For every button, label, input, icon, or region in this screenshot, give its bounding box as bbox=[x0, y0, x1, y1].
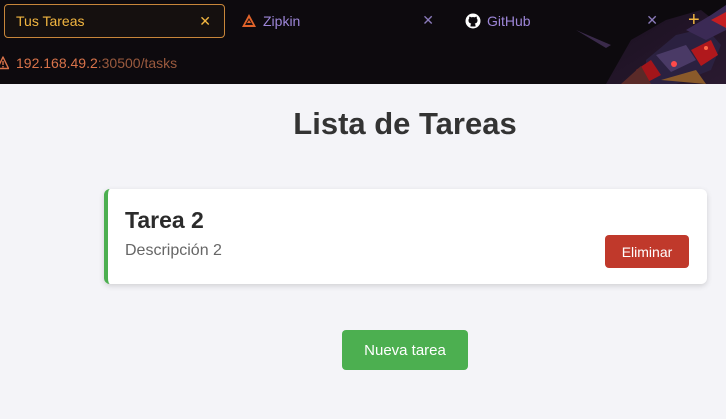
close-icon[interactable]: ✕ bbox=[199, 13, 211, 29]
tab-label: Zipkin bbox=[263, 13, 301, 29]
tab-tus-tareas[interactable]: Tus Tareas ✕ bbox=[4, 4, 225, 38]
close-icon[interactable]: ✕ bbox=[646, 12, 658, 28]
github-icon bbox=[465, 13, 481, 29]
close-icon[interactable]: ✕ bbox=[422, 12, 434, 28]
address-bar[interactable]: 192.168.49.2:30500/tasks bbox=[16, 55, 177, 71]
tab-bar: Tus Tareas ✕ Zipkin ✕ GitHub ✕ + bbox=[0, 0, 726, 42]
page-title: Lista de Tareas bbox=[293, 106, 517, 141]
url-path: :30500/tasks bbox=[97, 55, 178, 71]
task-title: Tarea 2 bbox=[125, 207, 204, 233]
tab-label: GitHub bbox=[487, 13, 531, 29]
tab-github[interactable]: GitHub ✕ bbox=[465, 4, 671, 38]
task-description: Descripción 2 bbox=[125, 242, 222, 259]
page-content: Lista de Tareas Tarea 2 Descripción 2 El… bbox=[0, 84, 726, 419]
task-card: Tarea 2 Descripción 2 Eliminar bbox=[104, 189, 707, 284]
new-tab-button[interactable]: + bbox=[688, 9, 700, 31]
url-host: 192.168.49.2 bbox=[16, 55, 98, 71]
browser-chrome: Tus Tareas ✕ Zipkin ✕ GitHub ✕ + 192.168… bbox=[0, 0, 726, 84]
zipkin-icon bbox=[242, 14, 256, 27]
tab-label: Tus Tareas bbox=[16, 13, 85, 29]
tab-zipkin[interactable]: Zipkin ✕ bbox=[241, 4, 447, 38]
not-secure-warning-icon[interactable] bbox=[0, 56, 9, 70]
delete-task-button[interactable]: Eliminar bbox=[605, 235, 689, 268]
new-task-button[interactable]: Nueva tarea bbox=[342, 330, 468, 370]
